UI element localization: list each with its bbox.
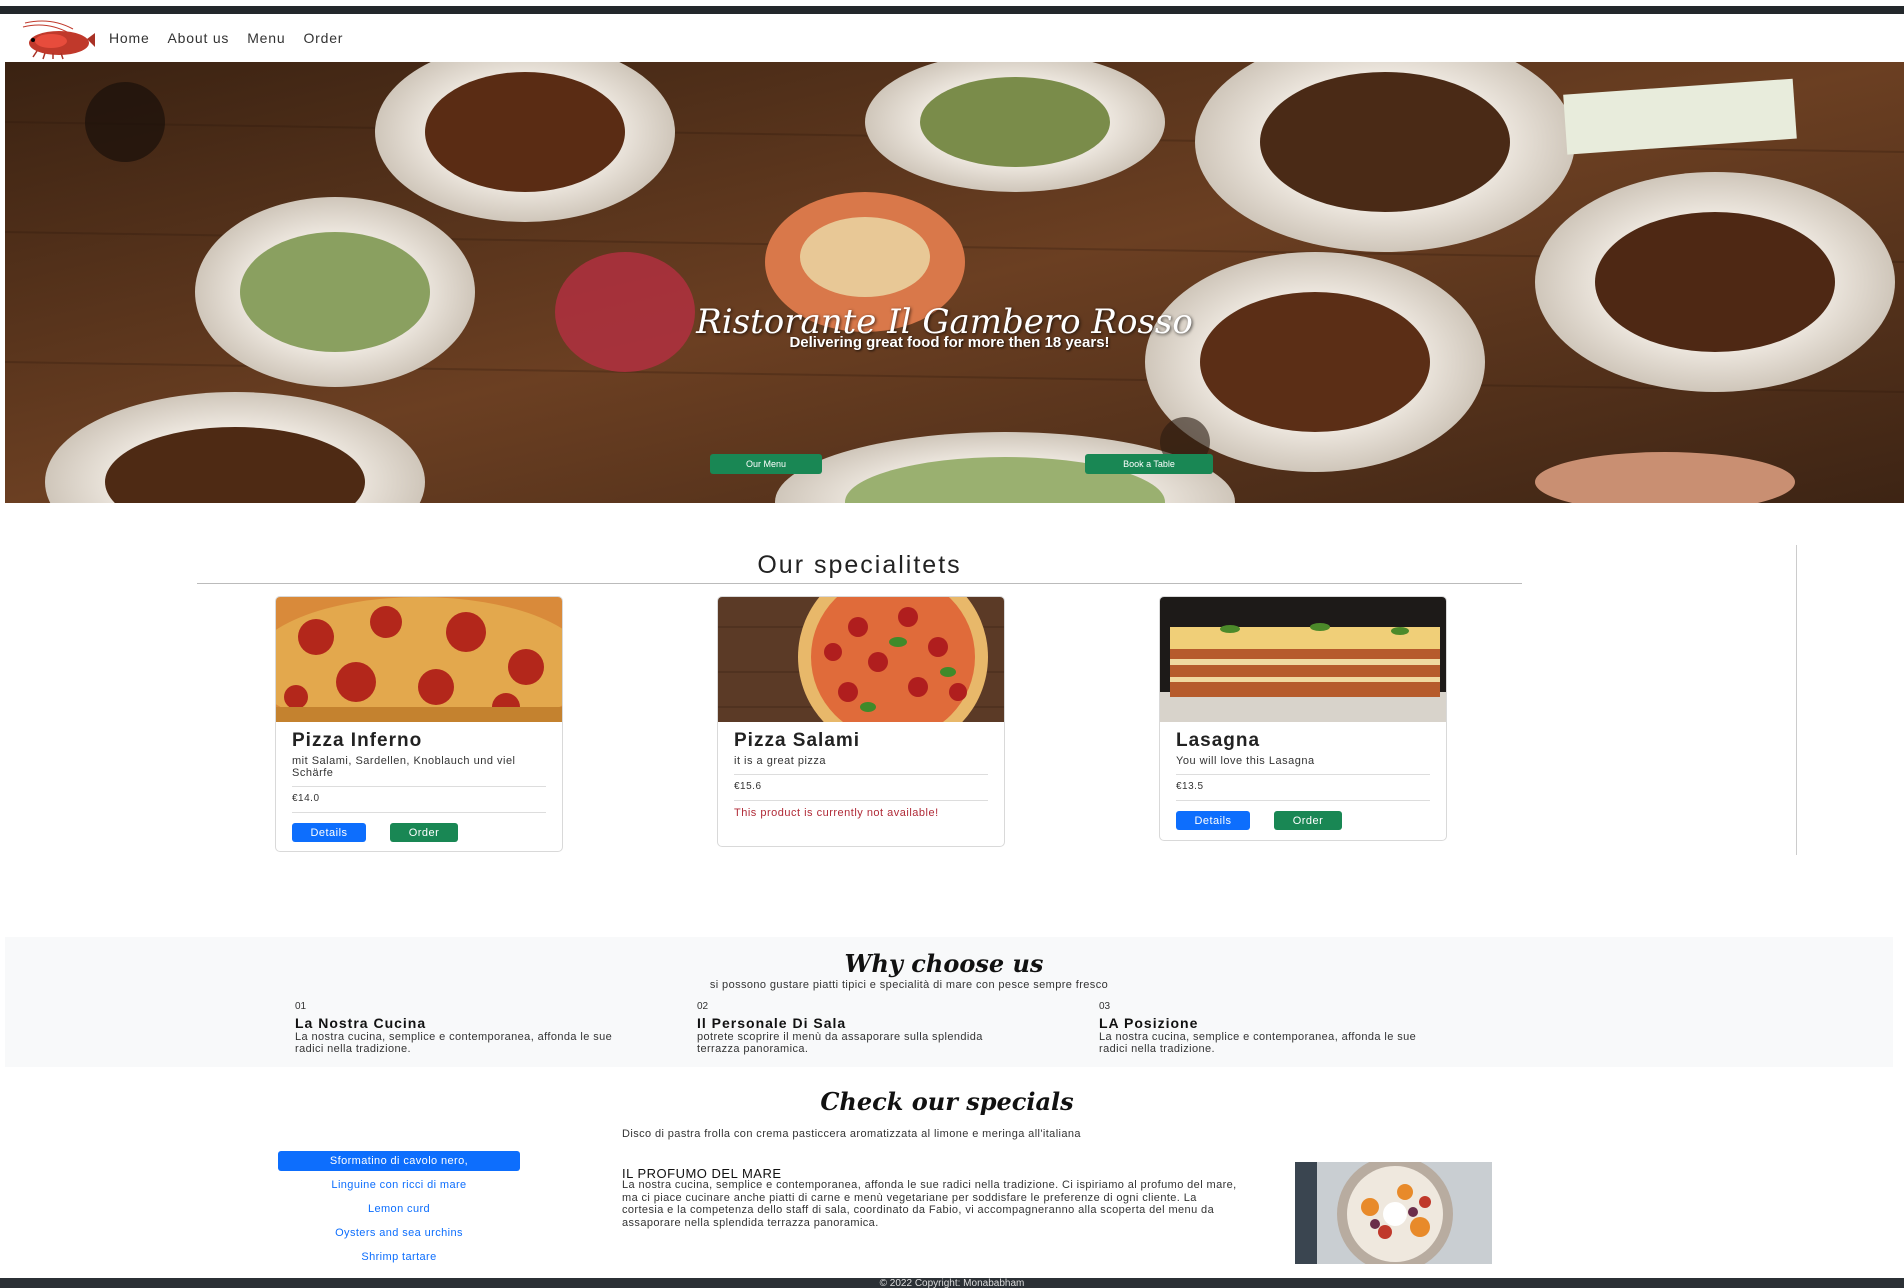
why-title: Why choose us [844,949,1044,978]
footer-copyright: © 2022 Copyright: Monababham [879,1278,1025,1288]
why-section: Why choose us si possono gustare piatti … [5,937,1893,1067]
specials-subtitle: Disco di pastra frolla con crema pasticc… [622,1128,1081,1140]
divider [1176,774,1430,775]
why-item: 01 La Nostra Cucina La nostra cucina, se… [295,1001,625,1055]
card-price: €15.6 [734,781,762,792]
footer: © 2022 Copyright: Monababham [0,1278,1904,1288]
card-title: Pizza Salami [734,730,861,751]
product-card: Pizza Salami it is a great pizza €15.6 T… [717,596,1005,847]
hero-subtitle: Delivering great food for more then 18 y… [789,334,1110,351]
specials-tabs: Sformatino di cavolo nero, Linguine con … [278,1151,520,1271]
divider [197,583,1522,584]
why-item-heading: Il Personale Di Sala [697,1015,847,1031]
nav-home-link[interactable]: Home [109,30,150,46]
navbar: Home About us Menu Order [5,14,1904,62]
product-card: Lasagna You will love this Lasagna €13.5… [1159,596,1447,841]
our-menu-button[interactable]: Our Menu [710,454,822,474]
why-item-text: La nostra cucina, semplice e contemporan… [1099,1031,1417,1055]
specials-tab[interactable]: Oysters and sea urchins [278,1223,520,1243]
shrimp-logo-icon[interactable] [11,15,97,61]
why-item-heading: La Nostra Cucina [295,1015,427,1031]
why-item: 03 LA Posizione La nostra cucina, sempli… [1099,1001,1429,1055]
specials-tab[interactable]: Sformatino di cavolo nero, [278,1151,520,1171]
unavailable-notice: This product is currently not available! [734,807,939,819]
divider [734,800,988,801]
pizza-salami-image [718,597,1004,722]
divider [1176,800,1430,801]
card-title: Lasagna [1176,730,1261,751]
why-item-number: 01 [295,1001,307,1012]
specials-tab[interactable]: Shrimp tartare [278,1247,520,1267]
specials-tab[interactable]: Linguine con ricci di mare [278,1175,520,1195]
card-price: €13.5 [1176,781,1204,792]
card-description: mit Salami, Sardellen, Knoblauch und vie… [292,755,516,779]
hero-banner: Ristorante Il Gambero Rosso Delivering g… [5,62,1904,503]
nav-about-link[interactable]: About us [168,30,230,46]
divider [292,786,546,787]
hero-food-image [5,62,1904,503]
why-item-number: 03 [1099,1001,1111,1012]
product-card: Pizza Inferno mit Salami, Sardellen, Kno… [275,596,563,852]
why-item-heading: LA Posizione [1099,1015,1199,1031]
special-detail-text: La nostra cucina, semplice e contemporan… [622,1179,1237,1229]
details-button[interactable]: Details [1176,811,1250,830]
why-item-number: 02 [697,1001,709,1012]
order-button[interactable]: Order [390,823,458,842]
lasagna-image [1160,597,1446,722]
specials-title: Check our specials [820,1087,1074,1116]
order-button[interactable]: Order [1274,811,1342,830]
specialities-title: Our specialitets [757,551,962,579]
why-item-text: La nostra cucina, semplice e contemporan… [295,1031,613,1055]
book-table-button[interactable]: Book a Table [1085,454,1213,474]
card-description: You will love this Lasagna [1176,755,1315,767]
divider [734,774,988,775]
top-border [0,6,1904,14]
card-description: it is a great pizza [734,755,827,767]
details-button[interactable]: Details [292,823,366,842]
special-dish-image [1295,1162,1492,1264]
why-subtitle: si possono gustare piatti tipici e speci… [709,979,1109,991]
specials-tab[interactable]: Lemon curd [278,1199,520,1219]
why-item: 02 Il Personale Di Sala potrete scoprire… [697,1001,1027,1055]
nav-menu-link[interactable]: Menu [247,30,285,46]
card-title: Pizza Inferno [292,730,423,751]
divider [1796,545,1797,855]
why-item-text: potrete scoprire il menù da assaporare s… [697,1031,983,1055]
divider [292,812,546,813]
pizza-inferno-image [276,597,562,722]
card-price: €14.0 [292,793,320,804]
nav-order-link[interactable]: Order [303,30,343,46]
